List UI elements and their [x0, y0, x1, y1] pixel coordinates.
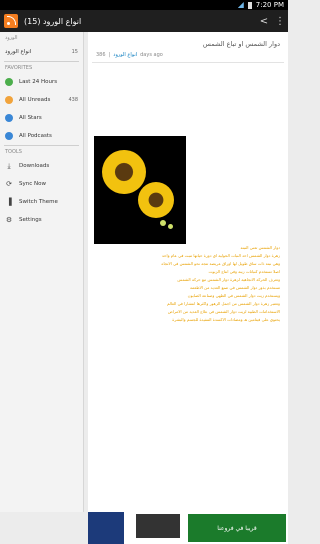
- action-bar: انواع الورود (15) < ⋮: [0, 10, 288, 32]
- drawer-item-last-24-hours[interactable]: Last 24 Hours: [0, 73, 83, 91]
- body-para: وتعرف الحركة الاتجاهية لزهرة دوار الشمس …: [177, 277, 280, 282]
- theme-icon: ▐: [6, 198, 12, 206]
- signal-icon: [237, 2, 244, 8]
- article-count: 386: [96, 52, 106, 58]
- feed-name: انواع الورود: [5, 49, 32, 55]
- star-icon: [5, 114, 13, 122]
- status-icons: [237, 1, 252, 9]
- feed-item[interactable]: انواع الورود 15: [0, 43, 83, 61]
- article-title: دوار الشمس او تباع الشمس: [202, 40, 280, 48]
- body-para: دوار الشمس تعني النبته: [240, 245, 280, 250]
- drawer-item-sync-now[interactable]: ⟳ Sync Now: [0, 175, 83, 193]
- body-para: اصلا تستخدم كنباتات زينه وفي انتاج الزيو…: [208, 269, 281, 274]
- ad-banner[interactable]: قريبا في فروعنا: [88, 512, 288, 544]
- drawer-item-all-stars[interactable]: All Stars: [0, 109, 83, 127]
- rss-icon[interactable]: [4, 14, 18, 28]
- article-view[interactable]: دوار الشمس او تباع الشمس 386 | انواع الو…: [88, 32, 288, 544]
- article-meta: 386 | انواع الورود days ago: [88, 50, 288, 62]
- article-body: دوار الشمس تعني النبته زهرة دوار الشمس ا…: [92, 244, 284, 324]
- clock-icon: [5, 78, 13, 86]
- gear-icon: ⚙: [5, 216, 13, 224]
- drawer-item-all-unreads[interactable]: All Unreads 438: [0, 91, 83, 109]
- favorites-header: FAVORITES: [5, 65, 33, 71]
- body-para: زهرة دوار الشمس احد النبات الحولية اي دو…: [161, 253, 280, 258]
- ad-text: قريبا في فروعنا: [188, 514, 286, 542]
- overflow-menu-icon[interactable]: ⋮: [272, 16, 288, 27]
- meta-divider: [92, 62, 284, 63]
- body-para: ويستخدم زيت دوار الشمس في الطهي وصناعة ا…: [187, 293, 280, 298]
- drawer-item-settings[interactable]: ⚙ Settings: [0, 211, 83, 229]
- download-icon: ⤓: [7, 162, 11, 170]
- sunflower-image: [94, 136, 186, 244]
- sync-icon: ⟳: [6, 180, 12, 188]
- feeds-header: الورود: [5, 35, 18, 41]
- body-para: وتعتبر زهرة دوار الشمس من اجمل الزهور وا…: [166, 301, 280, 306]
- water-drop: [168, 224, 173, 229]
- ad-logo: [88, 512, 124, 544]
- status-bar: 7:20 PM: [0, 0, 288, 10]
- body-para: وهي نبتة ذات ساق طويل لها اوراق عريضة تت…: [161, 261, 280, 266]
- body-para: الاستخدامات الطبية لزيت دوار الشمس في عل…: [167, 309, 280, 314]
- drawer-item-downloads[interactable]: ⤓ Downloads: [0, 157, 83, 175]
- article-source[interactable]: انواع الورود: [113, 52, 137, 58]
- navigation-drawer: الورود انواع الورود 15 FAVORITES Last 24…: [0, 32, 84, 512]
- drawer-item-switch-theme[interactable]: ▐ Switch Theme: [0, 193, 83, 211]
- drawer-item-all-podcasts[interactable]: All Podcasts: [0, 127, 83, 145]
- article-time: days ago: [140, 52, 163, 58]
- water-drop: [160, 220, 166, 226]
- podcast-icon: [5, 132, 13, 140]
- rss-small-icon: [5, 96, 13, 104]
- status-time: 7:20 PM: [255, 1, 284, 9]
- sunflower-large: [102, 150, 146, 194]
- tools-header: TOOLS: [5, 149, 22, 155]
- battery-icon: [247, 1, 252, 9]
- body-para: يحتوي على فيتامين هـ ومضادات الاكسدة الم…: [172, 317, 280, 322]
- ad-phone-image: [136, 514, 180, 538]
- unread-count: 438: [68, 97, 78, 103]
- app-title: انواع الورود (15): [24, 16, 82, 26]
- body-para: تستخدم بذور دوار الشمس في صنع العديد من …: [189, 285, 280, 290]
- meta-separator: |: [108, 52, 111, 58]
- share-icon[interactable]: <: [256, 16, 272, 27]
- sunflower-small: [138, 182, 174, 218]
- feed-count: 15: [71, 49, 78, 55]
